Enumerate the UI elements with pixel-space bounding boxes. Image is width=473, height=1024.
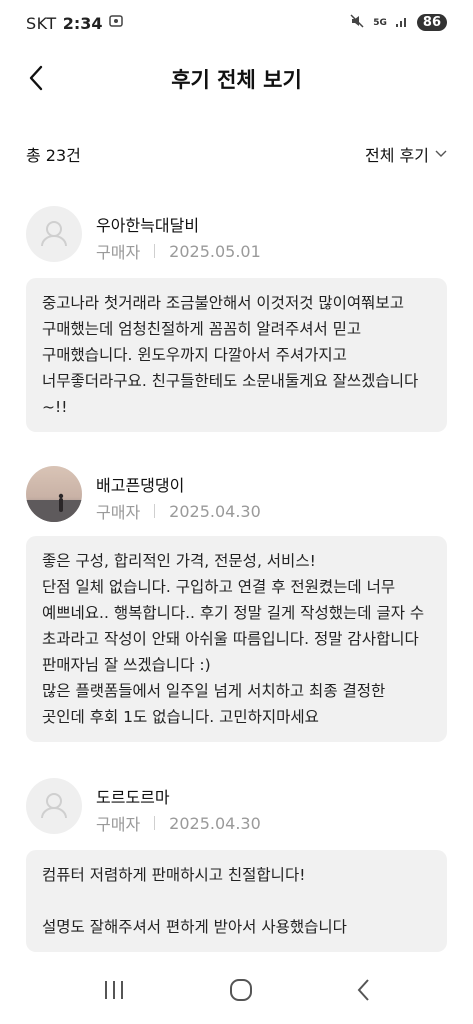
reviewer-name: 도르도르마 <box>96 788 170 807</box>
nav-header: 후기 전체 보기 <box>0 50 473 106</box>
person-icon <box>41 793 67 819</box>
review-meta: 구매자 2025.05.01 <box>96 239 261 263</box>
review-text: 컴퓨터 저렴하게 판매하시고 친절합니다! 설명도 잘해주셔서 편하게 받아서 … <box>26 850 447 952</box>
system-nav-bar <box>0 960 473 1024</box>
status-bar: SKT 2:34 5G 86 <box>0 0 473 48</box>
review-meta: 구매자 2025.04.30 <box>96 811 261 835</box>
avatar <box>26 778 82 834</box>
review-count-row: 총 23건 전체 후기 <box>26 140 447 168</box>
divider <box>154 504 156 518</box>
status-left: SKT 2:34 <box>26 13 124 33</box>
filter-label: 전체 후기 <box>365 146 429 165</box>
recent-apps-icon <box>104 981 123 999</box>
status-right: 5G 86 <box>349 13 447 32</box>
carrier-label: SKT <box>26 13 57 33</box>
reviewer-name: 배고픈댕댕이 <box>96 476 185 495</box>
screen-capture-icon <box>108 13 124 33</box>
home-icon <box>229 979 252 1001</box>
person-icon <box>41 221 67 247</box>
review-meta: 구매자 2025.04.30 <box>96 499 261 523</box>
home-button[interactable] <box>229 978 253 1006</box>
avatar <box>26 466 82 522</box>
review-date: 2025.05.01 <box>169 241 261 261</box>
recent-apps-button[interactable] <box>102 979 126 1005</box>
mute-icon <box>349 13 365 32</box>
signal-icon <box>395 14 409 31</box>
network-label: 5G <box>373 17 387 28</box>
review-text: 중고나라 첫거래라 조금불안해서 이것저것 많이여쭤보고 구매했는데 엄청친절하… <box>26 278 447 432</box>
profile-photo-icon <box>26 466 82 522</box>
review-filter-dropdown[interactable]: 전체 후기 <box>365 142 447 166</box>
battery-level: 86 <box>416 14 447 31</box>
page-title: 후기 전체 보기 <box>171 68 302 92</box>
divider <box>154 244 156 258</box>
chevron-down-icon <box>435 150 447 157</box>
back-icon <box>357 979 369 1001</box>
reviewer-role: 구매자 <box>96 815 141 834</box>
review-text: 좋은 구성, 합리적인 가격, 전문성, 서비스! 단점 일체 없습니다. 구입… <box>26 536 447 742</box>
divider <box>154 816 156 830</box>
review-date: 2025.04.30 <box>169 501 261 521</box>
reviewer-name: 우아한늑대달비 <box>96 216 200 235</box>
reviewer-role: 구매자 <box>96 243 141 262</box>
reviewer-role: 구매자 <box>96 503 141 522</box>
avatar <box>26 206 82 262</box>
system-back-button[interactable] <box>356 978 372 1006</box>
clock: 2:34 <box>62 13 103 33</box>
review-date: 2025.04.30 <box>169 813 261 833</box>
review-count: 총 23건 <box>26 146 81 165</box>
